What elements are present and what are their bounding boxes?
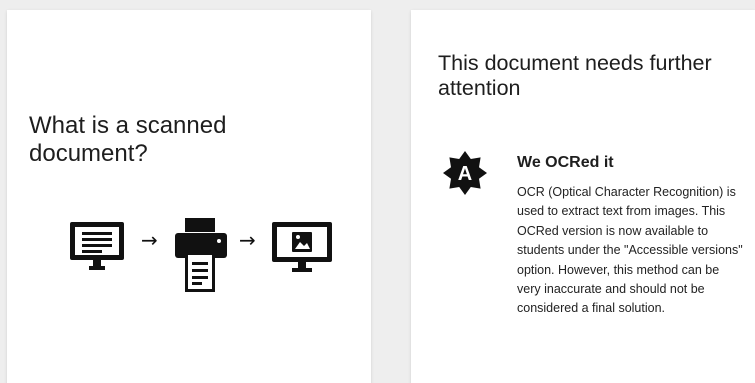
monitor-image-icon — [272, 222, 332, 272]
attention-title: This document needs further attention — [438, 51, 712, 100]
scanned-document-title: What is a scanned document? — [29, 112, 227, 167]
badge-letter: A — [458, 163, 472, 185]
page: What is a scanned document? → → This doc… — [0, 0, 755, 383]
ocr-description: OCR (Optical Character Recognition) is u… — [517, 185, 743, 316]
arrow-icon: → — [239, 228, 256, 252]
scan-process-diagram: → → — [67, 218, 337, 298]
scanned-document-info-card: What is a scanned document? → → — [7, 10, 371, 383]
printer-icon — [175, 218, 227, 292]
arrow-icon: → — [141, 228, 158, 252]
document-attention-card: This document needs further attention A … — [411, 10, 755, 383]
starburst-badge-icon: A — [441, 149, 489, 197]
ocr-section-title: We OCRed it — [517, 154, 614, 171]
monitor-document-icon — [70, 222, 124, 270]
